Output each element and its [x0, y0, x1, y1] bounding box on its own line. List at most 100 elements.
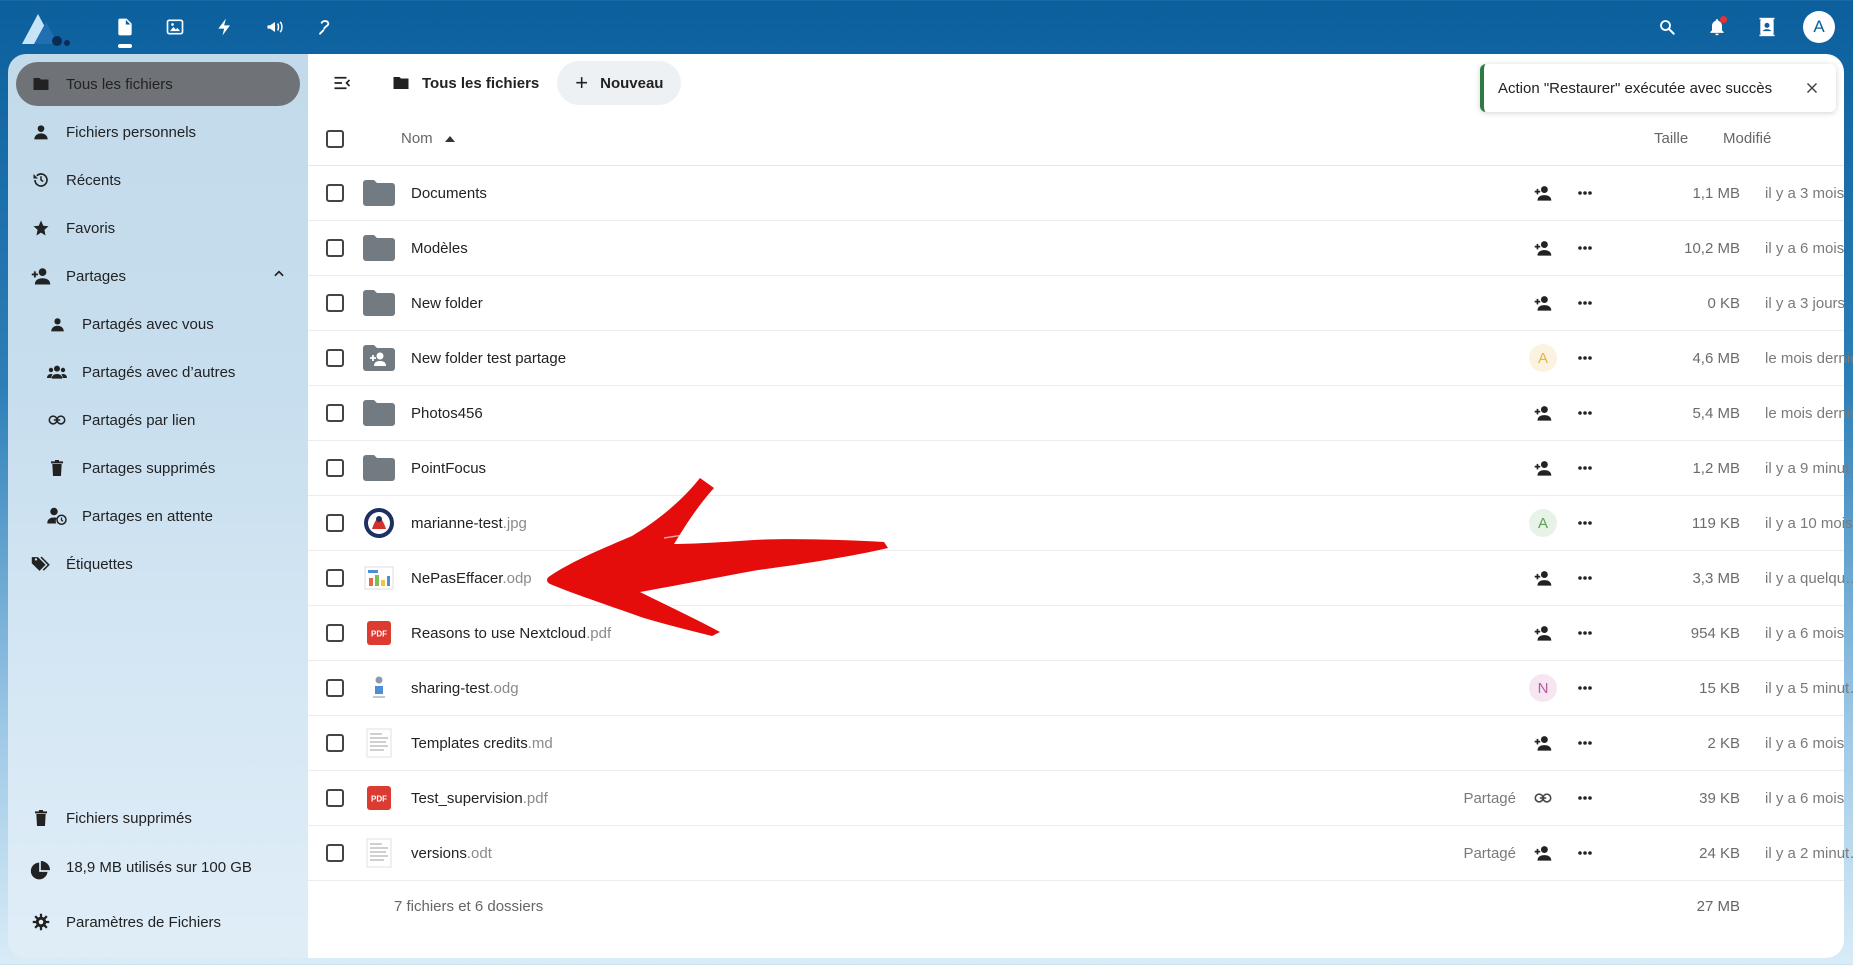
- share-add-user-icon[interactable]: [1528, 563, 1558, 593]
- chevron-up-icon[interactable]: [272, 267, 286, 285]
- more-actions-icon[interactable]: [1570, 178, 1600, 208]
- table-row[interactable]: Photos456 5,4 MB le mois dernier: [308, 386, 1853, 441]
- table-row[interactable]: versions.odt Partagé 24 KB il y a 2 minu…: [308, 826, 1853, 881]
- nextcloud-logo[interactable]: [18, 8, 70, 46]
- table-row[interactable]: NePasEffacer.odp 3,3 MB il y a quelques …: [308, 551, 1853, 606]
- row-checkbox[interactable]: [326, 294, 344, 312]
- more-actions-icon[interactable]: [1570, 288, 1600, 318]
- size-column-header[interactable]: Taille: [1654, 130, 1688, 147]
- sidebar-item-deleted-files[interactable]: Fichiers supprimés: [16, 796, 300, 840]
- file-basename: marianne-test: [411, 514, 503, 532]
- share-icon: [30, 265, 52, 287]
- share-add-user-icon[interactable]: [1528, 178, 1558, 208]
- more-actions-icon[interactable]: [1570, 673, 1600, 703]
- more-actions-icon[interactable]: [1570, 618, 1600, 648]
- row-checkbox[interactable]: [326, 734, 344, 752]
- file-modified: il y a 3 jours: [1765, 294, 1846, 312]
- row-checkbox[interactable]: [326, 459, 344, 477]
- row-checkbox[interactable]: [326, 844, 344, 862]
- name-column-header[interactable]: Nom: [401, 130, 455, 147]
- row-checkbox[interactable]: [326, 404, 344, 422]
- sidebar-item-label: Étiquettes: [66, 555, 133, 573]
- toggle-navigation-button[interactable]: [322, 63, 362, 103]
- table-row[interactable]: PDF Test_supervision.pdf Partagé 39 KB i…: [308, 771, 1844, 826]
- table-row[interactable]: New folder test partage A 4,6 MB le mois…: [308, 331, 1853, 386]
- new-button[interactable]: + Nouveau: [557, 61, 682, 105]
- share-add-user-icon[interactable]: [1528, 398, 1558, 428]
- folder-icon: [361, 395, 397, 431]
- more-actions-icon[interactable]: [1570, 838, 1600, 868]
- share-owner-avatar[interactable]: A: [1528, 508, 1558, 538]
- announcements-app-icon[interactable]: [250, 0, 300, 54]
- row-checkbox[interactable]: [326, 789, 344, 807]
- more-actions-icon[interactable]: [1570, 233, 1600, 263]
- sidebar-item-shared-with-others[interactable]: Partagés avec d’autres: [16, 350, 300, 394]
- table-row[interactable]: Templates credits.md 2 KB il y a 6 mois: [308, 716, 1844, 771]
- table-row[interactable]: sharing-test.odg N 15 KB il y a 5 minute…: [308, 661, 1853, 716]
- close-icon[interactable]: [1802, 78, 1822, 98]
- row-checkbox[interactable]: [326, 514, 344, 532]
- file-extension: .jpg: [502, 514, 527, 532]
- file-modified: il y a 6 mois: [1765, 624, 1845, 642]
- user-avatar[interactable]: A: [1803, 11, 1835, 43]
- select-all-checkbox[interactable]: [326, 129, 344, 148]
- star-icon: [30, 217, 52, 239]
- table-row[interactable]: PDF Reasons to use Nextcloud.pdf 954 KB …: [308, 606, 1844, 661]
- table-row[interactable]: Documents 1,1 MB il y a 3 mois: [308, 166, 1844, 221]
- row-checkbox[interactable]: [326, 184, 344, 202]
- more-actions-icon[interactable]: [1570, 343, 1600, 373]
- files-app-icon[interactable]: [100, 0, 150, 54]
- more-actions-icon[interactable]: [1570, 728, 1600, 758]
- table-row[interactable]: Modèles 10,2 MB il y a 6 mois: [308, 221, 1844, 276]
- share-column: [1188, 453, 1558, 483]
- share-owner-avatar[interactable]: N: [1528, 673, 1558, 703]
- more-actions-icon[interactable]: [1570, 783, 1600, 813]
- sidebar-item-personal-files[interactable]: Fichiers personnels: [16, 110, 300, 154]
- share-add-user-icon[interactable]: [1528, 288, 1558, 318]
- contacts-icon[interactable]: [1753, 13, 1781, 41]
- sidebar-item-shared-by-link[interactable]: Partagés par lien: [16, 398, 300, 442]
- share-add-user-icon[interactable]: [1528, 618, 1558, 648]
- sidebar-item-label: Partagés par lien: [82, 411, 196, 429]
- text-file-icon: [361, 725, 397, 761]
- sidebar-item-deleted-shares[interactable]: Partages supprimés: [16, 446, 300, 490]
- storage-quota[interactable]: 18,9 MB utilisés sur 100 GB: [16, 844, 300, 900]
- help-app-icon[interactable]: [300, 0, 350, 54]
- more-actions-icon[interactable]: [1570, 398, 1600, 428]
- share-owner-avatar[interactable]: A: [1528, 343, 1558, 373]
- sidebar-item-shares[interactable]: Partages: [16, 254, 300, 298]
- share-add-user-icon[interactable]: [1528, 453, 1558, 483]
- sidebar-item-tags[interactable]: Étiquettes: [16, 542, 300, 586]
- more-actions-icon[interactable]: [1570, 563, 1600, 593]
- share-link-icon[interactable]: [1528, 783, 1558, 813]
- sidebar-item-label: Partages: [66, 267, 127, 285]
- activity-app-icon[interactable]: [200, 0, 250, 54]
- share-add-user-icon[interactable]: [1528, 838, 1558, 868]
- row-checkbox[interactable]: [326, 349, 344, 367]
- share-column: [1188, 288, 1558, 318]
- row-checkbox[interactable]: [326, 624, 344, 642]
- table-row[interactable]: PointFocus 1,2 MB il y a 9 minutes: [308, 441, 1853, 496]
- share-add-user-icon[interactable]: [1528, 728, 1558, 758]
- more-actions-icon[interactable]: [1570, 453, 1600, 483]
- file-basename: Documents: [411, 184, 487, 202]
- sidebar-item-pending-shares[interactable]: Partages en attente: [16, 494, 300, 538]
- notifications-bell-icon[interactable]: [1703, 13, 1731, 41]
- row-checkbox[interactable]: [326, 569, 344, 587]
- sidebar-item-recent[interactable]: Récents: [16, 158, 300, 202]
- table-row[interactable]: marianne-test.jpg A 119 KB il y a 10 moi…: [308, 496, 1853, 551]
- search-icon[interactable]: [1653, 13, 1681, 41]
- sidebar-item-all-files[interactable]: Tous les fichiers: [16, 62, 300, 106]
- row-checkbox[interactable]: [326, 679, 344, 697]
- modified-column-header[interactable]: Modifié: [1723, 130, 1771, 147]
- sidebar-item-files-settings[interactable]: Paramètres de Fichiers: [16, 900, 300, 944]
- sidebar-item-shared-with-you[interactable]: Partagés avec vous: [16, 302, 300, 346]
- more-actions-icon[interactable]: [1570, 508, 1600, 538]
- photos-app-icon[interactable]: [150, 0, 200, 54]
- breadcrumb[interactable]: Tous les fichiers: [392, 75, 539, 92]
- table-row[interactable]: New folder 0 KB il y a 3 jours: [308, 276, 1845, 331]
- row-checkbox[interactable]: [326, 239, 344, 257]
- sidebar-bottom: Fichiers supprimés 18,9 MB utilisés sur …: [16, 796, 300, 948]
- share-add-user-icon[interactable]: [1528, 233, 1558, 263]
- sidebar-item-favorites[interactable]: Favoris: [16, 206, 300, 250]
